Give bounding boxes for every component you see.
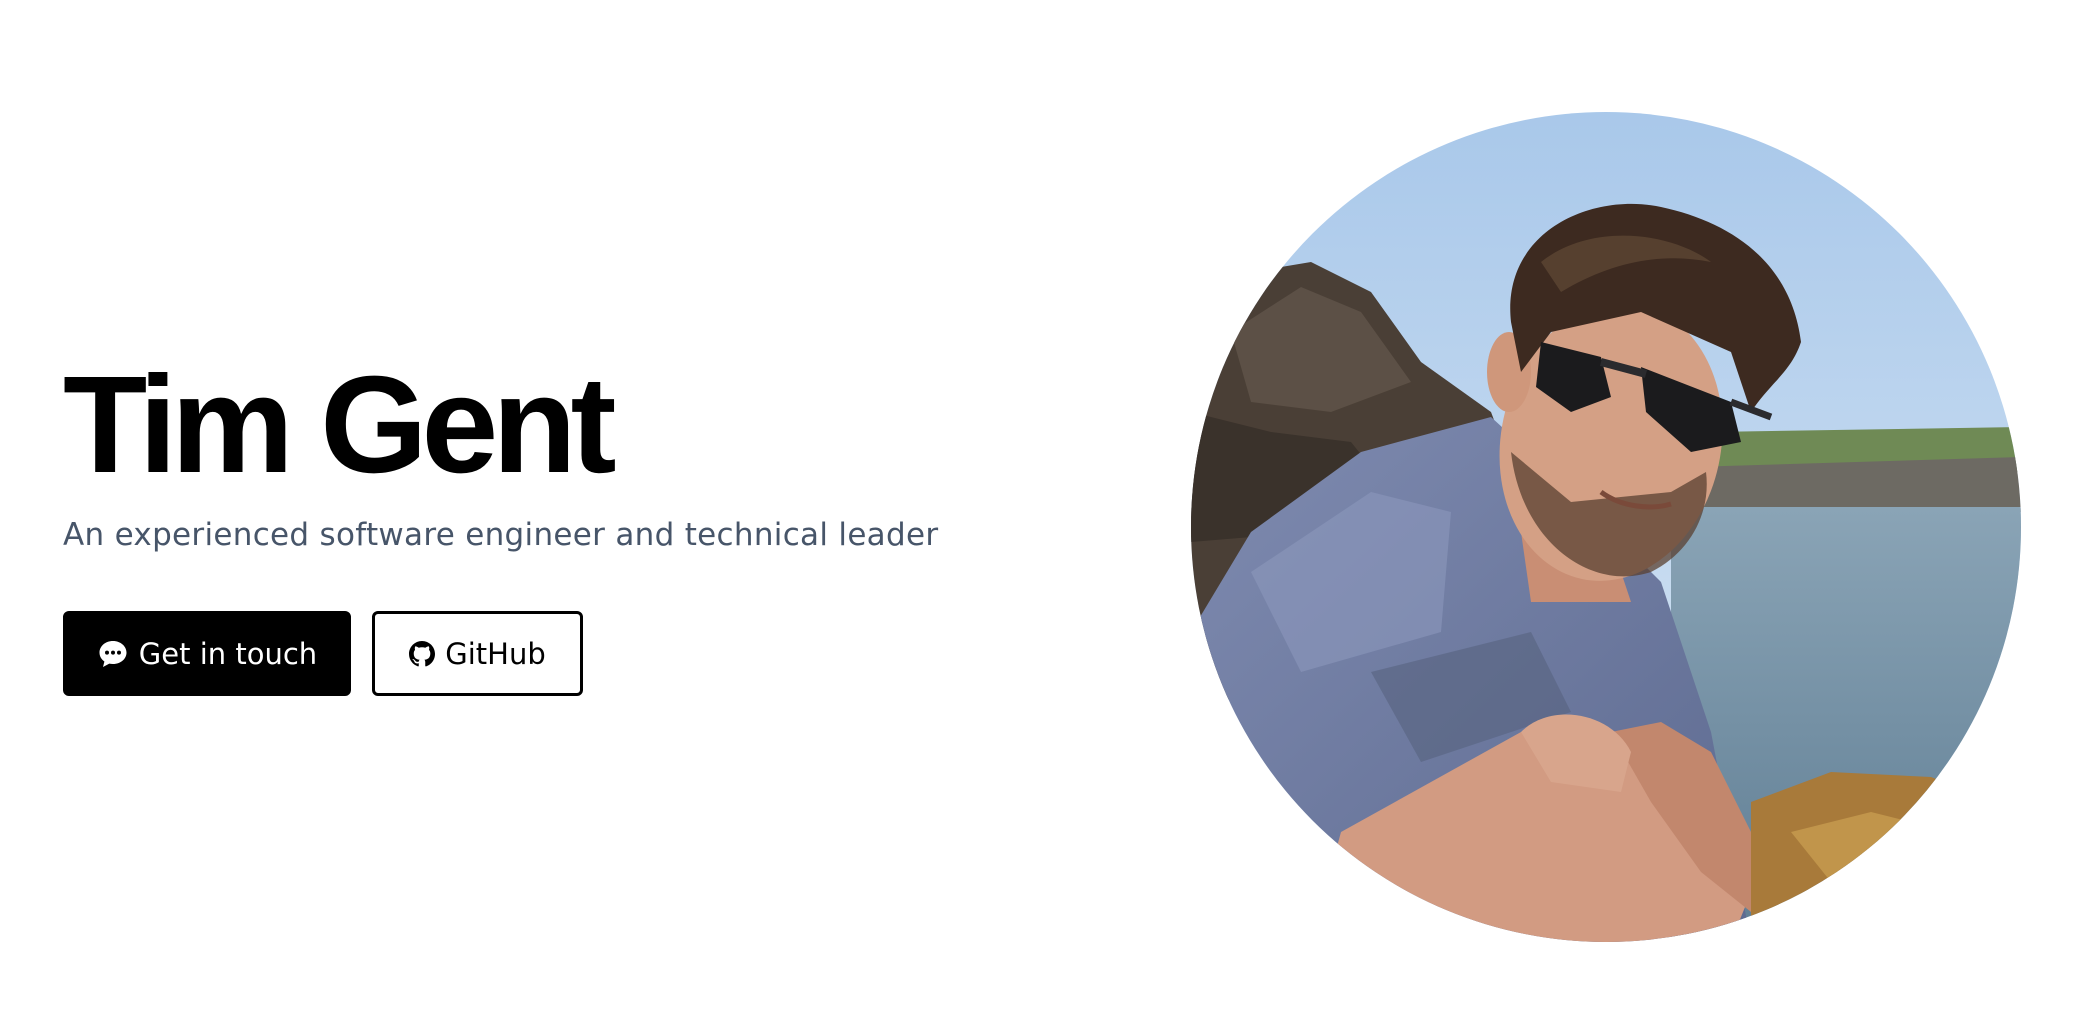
get-in-touch-label: Get in touch [138,636,318,671]
github-icon [409,640,436,667]
chat-bubble-icon [97,638,129,670]
page-title: Tim Gent [63,348,617,502]
get-in-touch-button[interactable]: Get in touch [63,611,351,696]
github-button[interactable]: GitHub [372,611,583,696]
tagline: An experienced software engineer and tec… [63,517,939,553]
hero-text: Tim Gent An experienced software enginee… [63,355,1063,557]
profile-photo [1191,112,2021,942]
github-label: GitHub [445,636,546,671]
hero-actions: Get in touch GitHub [63,611,583,696]
